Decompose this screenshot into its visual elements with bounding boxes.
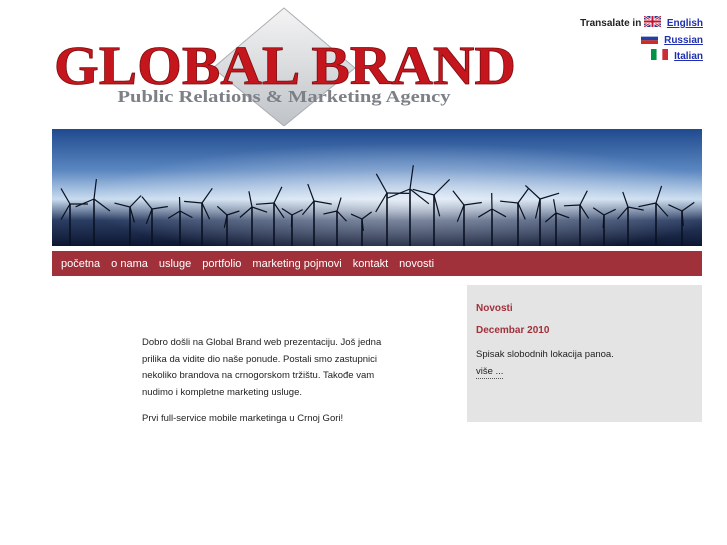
translate-label: Transalate in [580, 18, 642, 29]
news-sidebar: Novosti Decembar 2010 Spisak slobodnih l… [467, 285, 702, 422]
welcome-content: Dobro došli na Global Brand web prezenta… [142, 335, 387, 438]
italy-flag-icon [651, 49, 669, 60]
nav-item-marketing-pojmovi[interactable]: marketing pojmovi [252, 258, 341, 270]
nav-item-portfolio[interactable]: portfolio [202, 258, 241, 270]
nav-item-o-nama[interactable]: o nama [111, 258, 148, 270]
nav-item-novosti[interactable]: novosti [399, 258, 434, 270]
language-row-italian: Italian [580, 49, 703, 66]
nav-item-usluge[interactable]: usluge [159, 258, 191, 270]
language-link-italian[interactable]: Italian [674, 51, 703, 62]
nav-item-pocetna[interactable]: početna [61, 258, 100, 270]
news-more-link[interactable]: više ... [476, 366, 504, 379]
logo-subtitle: Public Relations & Marketing Agency [118, 87, 452, 106]
welcome-paragraph: Dobro došli na Global Brand web prezenta… [142, 337, 382, 398]
news-date: Decembar 2010 [476, 325, 550, 336]
language-link-english[interactable]: English [667, 18, 703, 29]
language-selector: Transalate in English Russian Italian [580, 16, 703, 66]
mobile-marketing-paragraph: Prvi full-service mobile marketinga u Cr… [142, 413, 344, 424]
nav-item-kontakt[interactable]: kontakt [353, 258, 388, 270]
wind-turbines-banner [52, 129, 702, 246]
news-title: Novosti [476, 303, 513, 314]
russia-flag-icon [641, 32, 659, 44]
language-row-english: Transalate in English [580, 16, 703, 33]
language-row-russian: Russian [580, 32, 703, 50]
language-link-russian[interactable]: Russian [664, 35, 703, 46]
uk-flag-icon [644, 16, 662, 27]
news-text: Spisak slobodnih lokacija panoa. [476, 349, 614, 360]
main-navigation: početna o nama usluge portfolio marketin… [52, 251, 702, 276]
global-brand-logo[interactable]: GLOBAL BRAND Public Relations & Marketin… [50, 6, 525, 126]
